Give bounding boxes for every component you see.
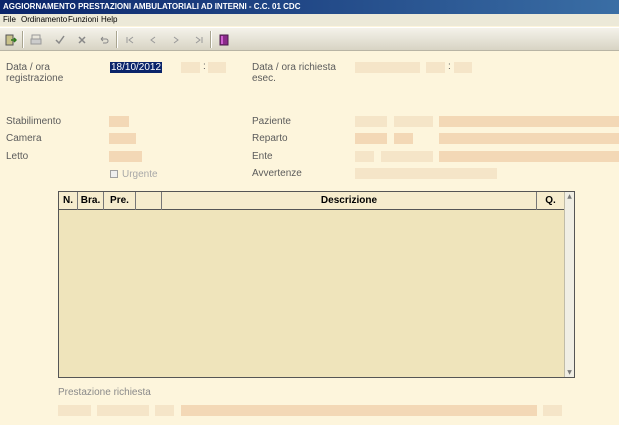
paziente-name-input[interactable] <box>439 116 619 127</box>
toolbar-separator <box>210 31 212 48</box>
check-icon <box>55 35 65 44</box>
column-header-n[interactable]: N. <box>59 192 78 210</box>
avvertenze-label: Avvertenze <box>252 168 302 179</box>
toolbar <box>0 27 619 51</box>
paziente-code-input[interactable] <box>355 116 387 127</box>
column-header-bra[interactable]: Bra. <box>78 192 104 210</box>
print-icon <box>30 34 42 44</box>
camera-label: Camera <box>6 133 42 144</box>
ente-code-input[interactable] <box>355 151 374 162</box>
column-header-descrizione[interactable]: Descrizione <box>162 192 537 210</box>
paziente-label: Paziente <box>252 116 291 127</box>
avvertenze-input[interactable] <box>355 168 497 179</box>
next-record-button[interactable] <box>167 31 185 48</box>
paziente-id-input[interactable] <box>394 116 433 127</box>
data-registrazione-label: Data / ora registrazione <box>6 62 64 84</box>
ente-label: Ente <box>252 151 273 162</box>
time-separator: : <box>203 61 206 72</box>
undo-button[interactable] <box>95 31 113 48</box>
stabilimento-label: Stabilimento <box>6 116 62 127</box>
letto-input[interactable] <box>109 151 142 162</box>
ente-id-input[interactable] <box>381 151 433 162</box>
exit-icon <box>5 34 17 45</box>
scroll-up-icon[interactable]: ▲ <box>565 192 574 201</box>
window-title-bar: AGGIORNAMENTO PRESTAZIONI AMBULATORIALI … <box>0 0 619 14</box>
prestazione-code-input[interactable] <box>58 405 91 416</box>
stabilimento-input[interactable] <box>109 116 129 127</box>
confirm-button[interactable] <box>51 31 69 48</box>
reparto-label: Reparto <box>252 133 288 144</box>
first-record-icon <box>126 36 134 43</box>
grid-scrollbar[interactable]: ▲ ▼ <box>564 192 574 377</box>
data-richiesta-input[interactable] <box>355 62 420 73</box>
first-record-button[interactable] <box>121 31 139 48</box>
ora-registrazione-hour[interactable] <box>181 62 200 73</box>
scroll-down-icon[interactable]: ▼ <box>565 368 574 377</box>
urgente-label: Urgente <box>122 169 158 180</box>
book-button[interactable] <box>215 31 233 48</box>
previous-record-button[interactable] <box>144 31 162 48</box>
ente-desc-input[interactable] <box>439 151 619 162</box>
reparto-desc-input[interactable] <box>439 133 619 144</box>
cancel-button[interactable] <box>73 31 91 48</box>
menu-help[interactable]: Help <box>101 14 117 26</box>
window-title: AGGIORNAMENTO PRESTAZIONI AMBULATORIALI … <box>3 2 301 11</box>
next-record-icon <box>173 36 179 43</box>
letto-label: Letto <box>6 151 29 162</box>
menu-file[interactable]: File <box>3 14 16 26</box>
camera-input[interactable] <box>109 133 136 144</box>
prestazioni-grid[interactable]: N. Bra. Pre. Descrizione Q. ▲ ▼ <box>58 191 575 378</box>
book-icon <box>219 34 229 45</box>
column-header-pre[interactable]: Pre. <box>104 192 136 210</box>
urgente-checkbox[interactable] <box>110 170 118 178</box>
reparto-sub-input[interactable] <box>394 133 413 144</box>
toolbar-separator <box>22 31 24 48</box>
prestazione-label: Prestazione richiesta <box>58 387 151 398</box>
menu-funzioni[interactable]: Funzioni <box>68 14 98 26</box>
last-record-button[interactable] <box>190 31 208 48</box>
column-header-q[interactable]: Q. <box>537 192 564 210</box>
last-record-icon <box>195 36 203 43</box>
grid-header: N. Bra. Pre. Descrizione Q. <box>59 192 564 210</box>
prestazione-desc-input[interactable] <box>181 405 537 416</box>
cancel-icon <box>78 35 86 44</box>
prestazione-sub-input[interactable] <box>155 405 174 416</box>
undo-icon <box>100 36 109 43</box>
exit-button[interactable] <box>2 31 20 48</box>
data-registrazione-input[interactable]: 18/10/2012 <box>108 61 172 74</box>
print-button[interactable] <box>27 31 45 48</box>
menu-bar: File Ordinamento Funzioni Help <box>0 14 619 26</box>
column-header-blank[interactable] <box>136 192 162 210</box>
prestazione-qty-input[interactable] <box>543 405 562 416</box>
ora-richiesta-minute[interactable] <box>454 62 472 73</box>
data-registrazione-value: 18/10/2012 <box>110 62 163 73</box>
ora-richiesta-hour[interactable] <box>426 62 445 73</box>
prestazione-branch-input[interactable] <box>97 405 149 416</box>
reparto-code-input[interactable] <box>355 133 387 144</box>
ora-registrazione-minute[interactable] <box>208 62 226 73</box>
menu-ordinamento[interactable]: Ordinamento <box>21 14 67 26</box>
toolbar-separator <box>116 31 118 48</box>
time-separator: : <box>448 61 451 72</box>
data-richiesta-label: Data / ora richiesta esec. <box>252 62 336 84</box>
previous-record-icon <box>150 36 156 43</box>
